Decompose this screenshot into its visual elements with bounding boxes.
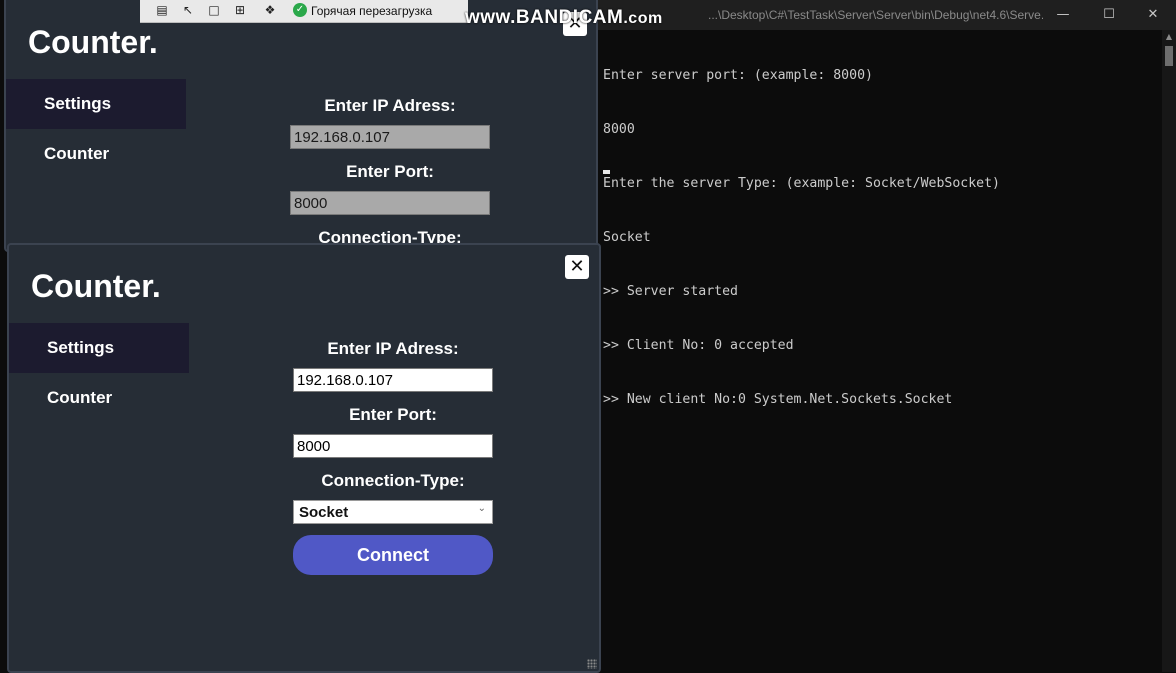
select-element-icon[interactable]: ↖: [180, 2, 196, 18]
nav-item-settings[interactable]: Settings: [9, 323, 189, 373]
hot-reload-label[interactable]: Горячая перезагрузка: [311, 4, 432, 18]
brand-title: Counter.: [28, 24, 158, 60]
live-visual-tree-icon[interactable]: ▤: [154, 2, 170, 18]
nav-item-counter[interactable]: Counter: [6, 129, 186, 179]
port-input[interactable]: 8000: [290, 191, 490, 215]
connection-type-value: Socket: [299, 504, 349, 521]
console-cursor: [603, 170, 610, 174]
minimize-icon[interactable]: —: [1040, 0, 1086, 30]
ip-input[interactable]: 192.168.0.107: [290, 125, 490, 149]
console-line: Socket: [603, 230, 651, 245]
xaml-debug-toolbar: ▤ ↖ □ ⊞ ❖ ✓ Горячая перезагрузка: [140, 0, 468, 23]
nav-item-counter[interactable]: Counter: [9, 373, 189, 423]
track-focus-icon[interactable]: ⊞: [232, 2, 248, 18]
close-icon[interactable]: ✕: [565, 255, 589, 279]
watermark-suffix: .com: [623, 10, 663, 27]
watermark-main: www.BANDICAM: [465, 7, 624, 28]
counter-window-back[interactable]: Counter. ✕ Settings Counter Enter IP Adr…: [4, 0, 598, 252]
console-output: Enter server port: (example: 8000) 8000 …: [603, 31, 1153, 445]
console-line: >> Client No: 0 accepted: [603, 338, 794, 353]
console-window[interactable]: ...\Desktop\C#\TestTask\Server\Server\bi…: [598, 0, 1176, 672]
console-line: 8000: [603, 122, 635, 137]
ip-label: Enter IP Adress:: [324, 96, 456, 115]
port-label: Enter Port:: [349, 405, 437, 424]
bandicam-watermark: www.BANDICAM.com: [465, 7, 663, 29]
hot-reload-signal-icon[interactable]: ❖: [262, 2, 278, 18]
ip-label: Enter IP Adress:: [327, 339, 459, 358]
counter-window-front[interactable]: Counter. ✕ Settings Counter Enter IP Adr…: [7, 243, 601, 673]
chevron-down-icon: ⌄: [477, 503, 486, 514]
console-title: ...\Desktop\C#\TestTask\Server\Server\bi…: [708, 8, 1043, 22]
scroll-up-icon[interactable]: ▲: [1164, 32, 1174, 42]
resize-grip-icon[interactable]: [587, 659, 597, 669]
close-icon[interactable]: ✕: [1130, 0, 1176, 30]
maximize-icon[interactable]: ☐: [1086, 0, 1132, 30]
nav-item-settings[interactable]: Settings: [6, 79, 186, 129]
console-line: Enter server port: (example: 8000): [603, 68, 873, 83]
connection-type-label: Connection-Type:: [321, 471, 465, 490]
console-scrollbar[interactable]: ▲: [1162, 30, 1176, 672]
console-scroll-thumb[interactable]: [1165, 46, 1173, 66]
port-label: Enter Port:: [346, 162, 434, 181]
port-input[interactable]: 8000: [293, 434, 493, 458]
connection-type-select[interactable]: Socket ⌄: [293, 500, 493, 524]
console-titlebar[interactable]: ...\Desktop\C#\TestTask\Server\Server\bi…: [598, 0, 1176, 30]
check-icon: ✓: [293, 3, 307, 17]
brand-title: Counter.: [31, 268, 161, 304]
console-line: >> Server started: [603, 284, 738, 299]
console-line: Enter the server Type: (example: Socket/…: [603, 176, 1000, 191]
console-line: >> New client No:0 System.Net.Sockets.So…: [603, 392, 953, 407]
ip-input[interactable]: 192.168.0.107: [293, 368, 493, 392]
connect-button[interactable]: Connect: [293, 535, 493, 575]
display-layout-icon[interactable]: □: [206, 2, 222, 18]
